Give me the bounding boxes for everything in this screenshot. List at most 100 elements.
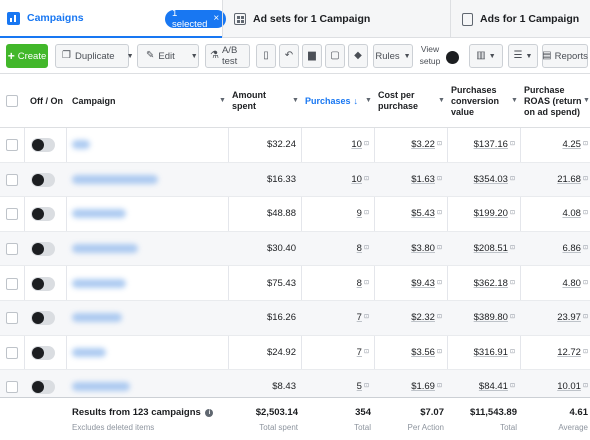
- purchases-cell[interactable]: 5 ⊡: [303, 381, 369, 392]
- row-checkbox[interactable]: [6, 139, 18, 152]
- cost-value[interactable]: $3.56: [411, 347, 435, 358]
- roas-cell[interactable]: 10.01 ⊡: [522, 381, 588, 392]
- campaign-toggle[interactable]: [31, 380, 55, 395]
- conversion-value-cell[interactable]: $362.18 ⊡: [449, 278, 515, 289]
- roas-value[interactable]: 6.86: [562, 243, 581, 254]
- header-on-off[interactable]: Off / On: [30, 74, 64, 128]
- undo-button[interactable]: ↶: [279, 44, 299, 68]
- table-row[interactable]: $24.92 7 ⊡ $3.56 ⊡ $316.91 ⊡ 12.72 ⊡: [0, 336, 590, 371]
- conversion-value[interactable]: $354.03: [474, 174, 508, 185]
- row-checkbox[interactable]: [6, 312, 18, 325]
- roas-cell[interactable]: 4.80 ⊡: [522, 278, 588, 289]
- purchases-value[interactable]: 5: [357, 381, 362, 392]
- duplicate-button[interactable]: ❐ Duplicate ▼: [55, 44, 134, 68]
- roas-value[interactable]: 12.72: [557, 347, 581, 358]
- row-checkbox[interactable]: [6, 381, 18, 394]
- cost-per-purchase-cell[interactable]: $1.63 ⊡: [376, 174, 442, 185]
- purchases-cell[interactable]: 10 ⊡: [303, 174, 369, 185]
- select-all-checkbox[interactable]: [6, 95, 18, 107]
- cost-per-purchase-cell[interactable]: $2.32 ⊡: [376, 312, 442, 323]
- row-checkbox[interactable]: [6, 277, 18, 290]
- header-roas[interactable]: Purchase ROAS (return on ad spend): [524, 74, 582, 128]
- cost-value[interactable]: $9.43: [411, 278, 435, 289]
- cost-per-purchase-cell[interactable]: $3.22 ⊡: [376, 139, 442, 150]
- conversion-value[interactable]: $389.80: [474, 312, 508, 323]
- cost-per-purchase-cell[interactable]: $5.43 ⊡: [376, 208, 442, 219]
- campaign-name-redacted[interactable]: [72, 347, 106, 357]
- cost-value[interactable]: $3.22: [411, 139, 435, 150]
- table-row[interactable]: $32.24 10 ⊡ $3.22 ⊡ $137.16 ⊡ 4.25 ⊡: [0, 128, 590, 163]
- chevron-down-icon[interactable]: ▼: [438, 97, 445, 104]
- row-checkbox[interactable]: [6, 243, 18, 256]
- roas-cell[interactable]: 23.97 ⊡: [522, 312, 588, 323]
- info-icon[interactable]: i: [205, 409, 214, 417]
- campaign-name-redacted[interactable]: [72, 244, 138, 254]
- row-checkbox[interactable]: [6, 346, 18, 359]
- roas-cell[interactable]: 4.25 ⊡: [522, 139, 588, 150]
- conversion-value[interactable]: $362.18: [474, 278, 508, 289]
- campaign-toggle[interactable]: [31, 138, 55, 153]
- table-row[interactable]: $48.88 9 ⊡ $5.43 ⊡ $199.20 ⊡ 4.08 ⊡: [0, 197, 590, 232]
- roas-cell[interactable]: 21.68 ⊡: [522, 174, 588, 185]
- roas-cell[interactable]: 12.72 ⊡: [522, 347, 588, 358]
- edit-button[interactable]: ✎ Edit ▼: [137, 44, 199, 68]
- campaign-name-redacted[interactable]: [72, 278, 126, 288]
- tab-adsets[interactable]: Ad sets for 1 Campaign: [222, 0, 450, 38]
- purchases-value[interactable]: 8: [357, 278, 362, 289]
- chevron-down-icon[interactable]: ▼: [219, 97, 226, 104]
- chevron-down-icon[interactable]: ▼: [583, 97, 590, 104]
- table-row[interactable]: $30.40 8 ⊡ $3.80 ⊡ $208.51 ⊡ 6.86 ⊡: [0, 231, 590, 267]
- roas-cell[interactable]: 4.08 ⊡: [522, 208, 588, 219]
- cost-per-purchase-cell[interactable]: $3.80 ⊡: [376, 243, 442, 254]
- rules-button[interactable]: Rules ▼: [373, 44, 413, 68]
- chevron-down-icon[interactable]: ▼: [365, 97, 372, 104]
- selected-chip[interactable]: 1 selected ×: [165, 8, 227, 30]
- purchases-cell[interactable]: 7 ⊡: [303, 312, 369, 323]
- view-setup-toggle[interactable]: [446, 51, 459, 64]
- conversion-value-cell[interactable]: $137.16 ⊡: [449, 139, 515, 150]
- purchases-value[interactable]: 7: [357, 312, 362, 323]
- roas-value[interactable]: 4.80: [562, 278, 581, 289]
- chevron-down-icon[interactable]: ▼: [511, 97, 518, 104]
- cost-per-purchase-cell[interactable]: $3.56 ⊡: [376, 347, 442, 358]
- reports-button[interactable]: ▤ Reports: [542, 44, 588, 68]
- purchases-cell[interactable]: 8 ⊡: [303, 243, 369, 254]
- campaign-name-redacted[interactable]: [72, 140, 90, 150]
- row-checkbox[interactable]: [6, 173, 18, 186]
- conversion-value[interactable]: $208.51: [474, 243, 508, 254]
- lock-button[interactable]: ▯: [256, 44, 276, 68]
- campaign-name-redacted[interactable]: [72, 174, 158, 184]
- campaign-name-redacted[interactable]: [72, 209, 126, 219]
- conversion-value-cell[interactable]: $84.41 ⊡: [449, 381, 515, 392]
- close-icon[interactable]: ×: [213, 14, 219, 24]
- conversion-value-cell[interactable]: $199.20 ⊡: [449, 208, 515, 219]
- chevron-down-icon[interactable]: ▼: [127, 53, 134, 60]
- table-row[interactable]: $16.26 7 ⊡ $2.32 ⊡ $389.80 ⊡ 23.97 ⊡: [0, 301, 590, 336]
- roas-cell[interactable]: 6.86 ⊡: [522, 243, 588, 254]
- purchases-value[interactable]: 10: [351, 139, 362, 150]
- campaign-toggle[interactable]: [31, 172, 55, 187]
- conversion-value-cell[interactable]: $316.91 ⊡: [449, 347, 515, 358]
- campaign-name-redacted[interactable]: [72, 313, 122, 323]
- campaign-name-redacted[interactable]: [72, 382, 130, 392]
- purchases-value[interactable]: 9: [357, 208, 362, 219]
- tab-campaigns[interactable]: Campaigns 1 selected ×: [0, 0, 227, 38]
- conversion-value-cell[interactable]: $354.03 ⊡: [449, 174, 515, 185]
- delete-button[interactable]: ▆: [302, 44, 322, 68]
- purchases-value[interactable]: 10: [351, 174, 362, 185]
- table-row[interactable]: $16.33 10 ⊡ $1.63 ⊡ $354.03 ⊡ 21.68 ⊡: [0, 162, 590, 198]
- cost-per-purchase-cell[interactable]: $9.43 ⊡: [376, 278, 442, 289]
- roas-value[interactable]: 4.08: [562, 208, 581, 219]
- create-button[interactable]: + Create: [6, 44, 48, 68]
- tab-ads[interactable]: Ads for 1 Campaign: [450, 0, 590, 38]
- roas-value[interactable]: 10.01: [557, 381, 581, 392]
- purchases-cell[interactable]: 7 ⊡: [303, 347, 369, 358]
- cost-per-purchase-cell[interactable]: $1.69 ⊡: [376, 381, 442, 392]
- cost-value[interactable]: $3.80: [411, 243, 435, 254]
- campaign-toggle[interactable]: [31, 276, 55, 291]
- purchases-cell[interactable]: 9 ⊡: [303, 208, 369, 219]
- cost-value[interactable]: $1.63: [411, 174, 435, 185]
- campaign-toggle[interactable]: [31, 207, 55, 222]
- chevron-down-icon[interactable]: ▼: [191, 53, 198, 60]
- purchases-value[interactable]: 7: [357, 347, 362, 358]
